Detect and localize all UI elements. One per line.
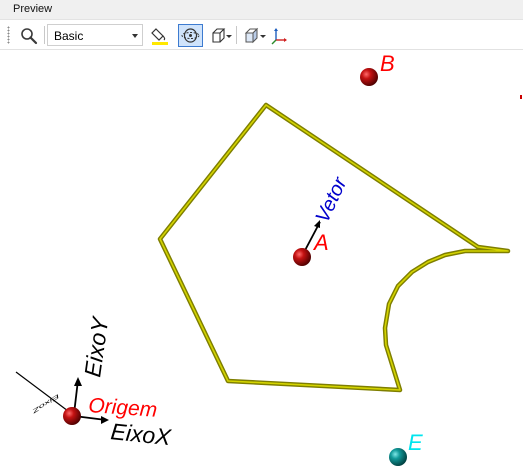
orbit-rotate-icon (181, 28, 200, 43)
toolbar-separator (44, 26, 45, 44)
magnifier-icon (21, 27, 38, 44)
axes-triad-icon (271, 27, 287, 44)
origin-sphere[interactable] (63, 407, 81, 425)
chevron-down-icon (226, 35, 232, 38)
orbit-rotate-button[interactable] (178, 24, 203, 47)
offscreen-marker (520, 95, 522, 99)
scene-canvas[interactable]: B Vetor A E EixoX EixoY EixoZ Origem (0, 50, 523, 467)
point-b-sphere[interactable] (360, 68, 378, 86)
vector-label: Vetor (312, 173, 352, 226)
toolbar-separator (236, 26, 237, 44)
point-e-label: E (408, 430, 423, 455)
axis-y-arrowhead (74, 377, 82, 386)
toolbar-grip-handle[interactable] (7, 26, 10, 44)
chevron-down-icon (260, 35, 266, 38)
polygon-outline-highlight (159, 104, 509, 391)
point-a-sphere[interactable] (293, 248, 311, 266)
fill-color-button[interactable] (148, 24, 172, 47)
preview-title: Preview (13, 3, 53, 15)
view-orientation-button[interactable] (239, 24, 267, 47)
preview-header: Preview (0, 0, 523, 20)
render-style-value: Basic (54, 29, 84, 43)
axes-toggle-button[interactable] (269, 24, 291, 47)
zoom-button[interactable] (16, 24, 42, 47)
axis-y-label: EixoY (79, 314, 113, 379)
axis-x-label: EixoX (109, 418, 173, 450)
chevron-down-icon (132, 34, 138, 38)
point-b-label: B (380, 51, 395, 76)
toolbar: Basic (0, 20, 523, 50)
point-e-sphere[interactable] (389, 448, 407, 466)
preview-window: Preview Basic B Vetor A E EixoX EixoY Ei… (0, 0, 523, 467)
box-view-button[interactable] (205, 24, 233, 47)
3d-viewport[interactable]: B Vetor A E EixoX EixoY EixoZ Origem (0, 50, 523, 467)
paint-bucket-icon (151, 27, 168, 45)
point-a-label: A (312, 230, 329, 255)
origin-label: Origem (88, 394, 158, 422)
axis-z-label: EixoZ (31, 393, 60, 414)
render-style-select[interactable]: Basic (47, 24, 143, 46)
